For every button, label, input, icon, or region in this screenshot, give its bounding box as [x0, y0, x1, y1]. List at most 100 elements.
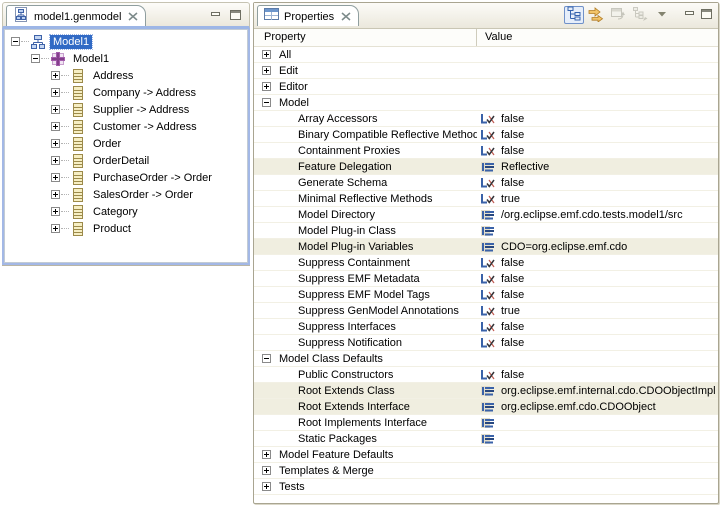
minimize-button[interactable] [210, 10, 221, 22]
property-row[interactable]: Suppress Containmentfalse [254, 255, 718, 271]
tree-item[interactable]: PurchaseOrder -> Order [4, 169, 248, 186]
genmodel-root-icon [30, 34, 46, 50]
property-value: CDO=org.eclipse.emf.cdo [501, 241, 627, 253]
list-value-icon [480, 225, 496, 237]
property-row[interactable]: Suppress Interfacesfalse [254, 319, 718, 335]
expand-plus-icon[interactable] [51, 156, 60, 165]
tab-properties[interactable]: Properties [257, 5, 359, 26]
eclass-icon [70, 102, 86, 118]
property-label: Model Plug-in Class [298, 225, 396, 237]
expand-plus-icon[interactable] [51, 173, 60, 182]
tree-item[interactable]: Product [4, 220, 248, 237]
tree-item[interactable]: Customer -> Address [4, 118, 248, 135]
property-label: Static Packages [298, 433, 377, 445]
property-category-row[interactable]: Edit [254, 63, 718, 79]
property-row[interactable]: Suppress EMF Model Tags false [254, 287, 718, 303]
property-label: Root Extends Class [298, 385, 395, 397]
property-value: false [501, 129, 524, 141]
expand-plus-icon[interactable] [51, 190, 60, 199]
property-row[interactable]: Minimal Reflective Methodstrue [254, 191, 718, 207]
property-label: Suppress EMF Model Tags [298, 289, 430, 301]
property-category-row[interactable]: Templates & Merge [254, 463, 718, 479]
property-category-row[interactable]: Tests [254, 479, 718, 495]
property-category-row[interactable]: Model Feature Defaults [254, 447, 718, 463]
maximize-button[interactable] [701, 8, 712, 22]
tree-item-label: SalesOrder -> Order [90, 188, 196, 202]
tree-item-label: Company -> Address [90, 86, 199, 100]
collapse-minus-icon[interactable] [31, 54, 40, 63]
property-category-row[interactable]: All [254, 47, 718, 63]
show-advanced-properties-button[interactable] [586, 6, 606, 24]
property-row[interactable]: Containment Proxiesfalse [254, 143, 718, 159]
column-header-value: Value [477, 29, 718, 46]
close-icon[interactable] [128, 12, 138, 21]
expand-plus-icon[interactable] [262, 82, 271, 91]
expand-plus-icon[interactable] [51, 224, 60, 233]
expand-plus-icon[interactable] [51, 105, 60, 114]
close-icon[interactable] [341, 12, 351, 21]
tree-item[interactable]: Address [4, 67, 248, 84]
tree-connector [61, 160, 69, 161]
maximize-button[interactable] [230, 9, 241, 23]
tree-item[interactable]: Order [4, 135, 248, 152]
property-row[interactable]: Root Extends Interfaceorg.eclipse.emf.cd… [254, 399, 718, 415]
tab-model1-genmodel[interactable]: model1.genmodel [6, 5, 146, 26]
property-row[interactable]: Feature DelegationReflective [254, 159, 718, 175]
property-row[interactable]: Static Packages [254, 431, 718, 447]
filter-arrows-icon [588, 6, 604, 25]
show-original-value-button [630, 6, 650, 24]
list-value-icon [480, 241, 496, 253]
property-row[interactable]: Model Plug-in Class [254, 223, 718, 239]
expand-plus-icon[interactable] [262, 450, 271, 459]
property-row[interactable]: Suppress EMF Metadatafalse [254, 271, 718, 287]
expand-plus-icon[interactable] [51, 122, 60, 131]
column-header-property: Property [254, 29, 477, 46]
expand-plus-icon[interactable] [262, 50, 271, 59]
expand-plus-icon[interactable] [51, 207, 60, 216]
properties-table-icon [264, 8, 279, 24]
view-menu-button[interactable] [652, 6, 672, 24]
property-row[interactable]: Public Constructorsfalse [254, 367, 718, 383]
expand-plus-icon[interactable] [262, 466, 271, 475]
property-value: false [501, 289, 524, 301]
expand-plus-icon[interactable] [51, 71, 60, 80]
minimize-button[interactable] [684, 9, 695, 21]
property-label: Model Plug-in Variables [298, 241, 413, 253]
list-value-icon [480, 417, 496, 429]
property-row[interactable]: Model Directory/org.eclipse.emf.cdo.test… [254, 207, 718, 223]
epackage-icon [50, 51, 66, 67]
property-row[interactable]: Model Plug-in Variables CDO=org.eclipse.e… [254, 239, 718, 255]
collapse-minus-icon[interactable] [262, 354, 271, 363]
property-row[interactable]: Array Accessorsfalse [254, 111, 718, 127]
property-label: Generate Schema [298, 177, 387, 189]
property-row[interactable]: Suppress Notificationfalse [254, 335, 718, 351]
property-row[interactable]: Suppress GenModel Annotationstrue [254, 303, 718, 319]
property-row[interactable]: Generate Schemafalse [254, 175, 718, 191]
show-categories-button[interactable] [564, 6, 584, 24]
collapse-minus-icon[interactable] [262, 98, 271, 107]
tree-item[interactable]: Model1 [4, 33, 248, 50]
property-value: false [501, 145, 524, 157]
property-row[interactable]: Root Extends Classorg.eclipse.emf.intern… [254, 383, 718, 399]
tree-item[interactable]: OrderDetail [4, 152, 248, 169]
property-row[interactable]: Binary Compatible Reflective Methodsfals… [254, 127, 718, 143]
properties-table: AllEditEditorModelArray AccessorsfalseBi… [254, 47, 718, 503]
boolean-value-icon [480, 129, 496, 141]
collapse-minus-icon[interactable] [11, 37, 20, 46]
expand-plus-icon[interactable] [262, 482, 271, 491]
tree-item[interactable]: Company -> Address [4, 84, 248, 101]
expand-plus-icon[interactable] [51, 88, 60, 97]
tree-item[interactable]: Model1 [4, 50, 248, 67]
expand-plus-icon[interactable] [51, 139, 60, 148]
property-category-row[interactable]: Model [254, 95, 718, 111]
eclass-icon [70, 68, 86, 84]
tree-item-label: Model1 [50, 35, 92, 49]
tree-item[interactable]: Supplier -> Address [4, 101, 248, 118]
expand-plus-icon[interactable] [262, 66, 271, 75]
tree-item[interactable]: SalesOrder -> Order [4, 186, 248, 203]
property-category-row[interactable]: Editor [254, 79, 718, 95]
property-category-row[interactable]: Model Class Defaults [254, 351, 718, 367]
property-row[interactable]: Root Implements Interface [254, 415, 718, 431]
tree-item[interactable]: Category [4, 203, 248, 220]
property-label: Suppress Interfaces [298, 321, 396, 333]
